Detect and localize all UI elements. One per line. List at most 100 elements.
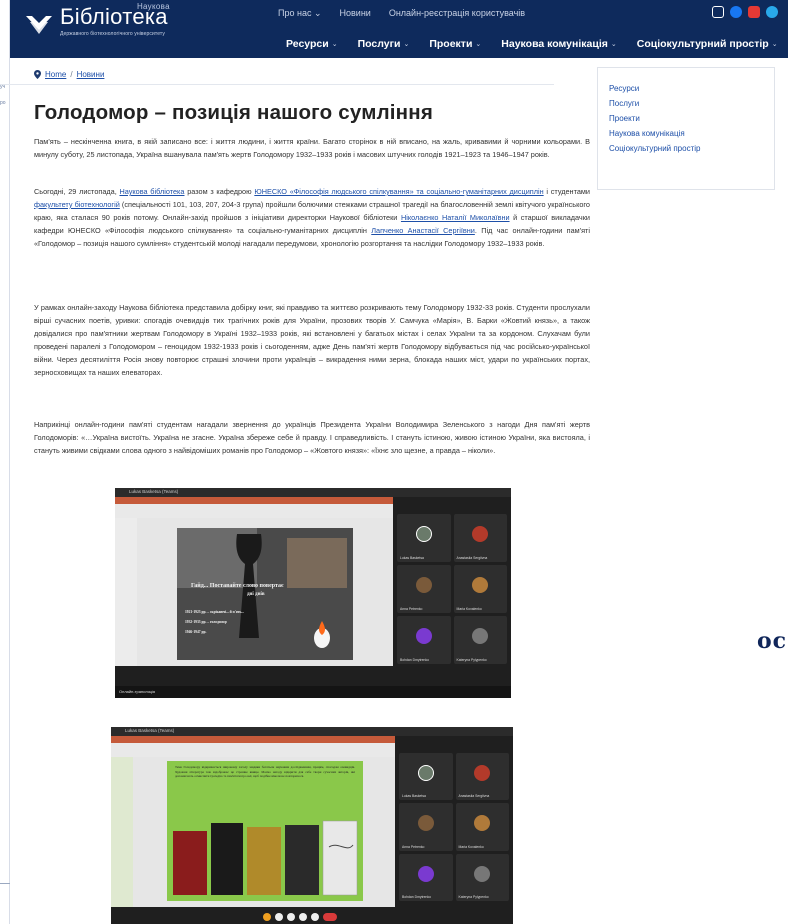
instagram-icon[interactable] <box>712 6 724 18</box>
paragraph-text: Сьогодні, 29 листопада, <box>34 187 120 196</box>
top-nav: Про нас ⌄ Новини Онлайн-реєстрація корис… <box>278 8 525 19</box>
camera-icon[interactable] <box>275 913 283 921</box>
sidebar-item-services[interactable]: Послуги <box>609 99 774 108</box>
share-screen-icon[interactable] <box>287 913 295 921</box>
article-paragraph-3: У рамках онлайн-заходу Наукова бібліотек… <box>34 303 590 377</box>
library-link[interactable]: Наукова бібліотека <box>119 187 184 196</box>
nav-sociocultural-space[interactable]: Соціокультурний простір ⌄ <box>637 38 778 50</box>
window-title: Lukas Basketsa (Teams) <box>129 489 179 494</box>
participant-tile[interactable]: Anastasiia Sergiivna <box>455 753 509 801</box>
unesco-department-link[interactable]: ЮНЕСКО «Філософія людського спілкування»… <box>254 187 543 196</box>
nav-projects[interactable]: Проекти ⌄ <box>429 38 481 50</box>
nav-projects-label: Проекти <box>429 38 473 50</box>
chevron-down-icon: ⌄ <box>403 41 410 48</box>
youtube-icon[interactable] <box>748 6 760 18</box>
paragraph-text: разом з кафедрою <box>184 187 255 196</box>
slide-line-1: 1921-1923 рр. – скрікаючі... й п'ять... <box>185 610 245 614</box>
participant-tile[interactable]: Kateryna Pylypenko <box>453 616 507 664</box>
participant-name: Bohdan Dmytrenko <box>402 895 432 899</box>
chevron-down-icon: ⌄ <box>475 41 482 48</box>
participant-name: Anastasiia Sergiivna <box>456 556 488 560</box>
nav-resources-label: Ресурси <box>286 38 329 50</box>
director-link[interactable]: Ніколаєнко Наталії Миколаївни <box>401 213 510 222</box>
breadcrumb: Home / Новини <box>34 70 589 79</box>
participant-name: Anna Petrenko <box>402 844 425 849</box>
participant-tile[interactable]: Anna Petrenko <box>397 565 451 613</box>
participant-name: Kateryna Pylypenko <box>456 658 487 662</box>
location-pin-icon <box>34 70 41 79</box>
window-titlebar: Lukas Basketsa (Teams) <box>111 727 513 736</box>
avatar <box>474 764 491 781</box>
nav-scientific-communication[interactable]: Наукова комунікація ⌄ <box>501 38 616 50</box>
sidebar-menu: Ресурси Послуги Проекти Наукова комуніка… <box>597 67 775 190</box>
raise-hand-icon[interactable] <box>311 913 319 921</box>
slide-title: Гайд... Поставайте слово повертає <box>191 583 284 589</box>
site-logo[interactable]: Бібліотека Наукова Державного біотехноло… <box>24 2 170 38</box>
sidebar-item-scientific-communication[interactable]: Наукова комунікація <box>609 129 774 138</box>
sidebar-item-sociocultural-space[interactable]: Соціокультурний простір <box>609 144 774 153</box>
sidebar-item-resources[interactable]: Ресурси <box>609 84 774 93</box>
participant-name: Maria Kovalenko <box>458 844 484 849</box>
participant-tile[interactable]: Lukas Basketsa <box>399 753 453 801</box>
paragraph-text: і студентами <box>543 187 590 196</box>
slide-stage: Гайд... Поставайте слово повертає дні дн… <box>137 518 393 666</box>
participant-name: Anna Petrenko <box>400 607 423 611</box>
participant-name: Kateryna Pylypenko <box>458 895 489 899</box>
top-nav-registration[interactable]: Онлайн-реєстрація користувачів <box>389 8 525 19</box>
top-nav-news[interactable]: Новини <box>340 8 371 19</box>
breadcrumb-home-link[interactable]: Home <box>45 70 66 79</box>
top-nav-about[interactable]: Про нас ⌄ <box>278 8 322 19</box>
avatar <box>472 526 489 543</box>
avatar <box>415 577 432 594</box>
article-paragraph-4: Наприкінці онлайн-години пам'яті студент… <box>34 420 590 455</box>
nav-sociocultural-space-label: Соціокультурний простір <box>636 38 769 50</box>
nav-services[interactable]: Послуги ⌄ <box>358 38 410 50</box>
divider <box>0 84 554 85</box>
chevron-down-icon: ⌄ <box>610 41 617 48</box>
site-header: Бібліотека Наукова Державного біотехноло… <box>10 0 788 58</box>
slide-line-2: 1932-1933 рр. – голодомор <box>185 620 227 624</box>
participant-tile[interactable]: Anastasiia Sergiivna <box>453 514 507 562</box>
microphone-icon[interactable] <box>263 913 271 921</box>
background-hint-2: ро <box>0 100 6 106</box>
participant-tile[interactable]: Maria Kovalenko <box>455 803 509 851</box>
avatar <box>474 865 491 882</box>
slide-stage: Тема Голодомору відкривається широкому з… <box>133 757 395 907</box>
avatar <box>474 815 491 832</box>
participant-name: Lukas Basketsa <box>402 794 426 799</box>
participant-tile[interactable]: Maria Kovalenko <box>453 565 507 613</box>
slide-line-3: 1946-1947 рр. <box>185 630 207 634</box>
breadcrumb-news-link[interactable]: Новини <box>77 70 105 79</box>
end-call-icon[interactable] <box>323 913 337 921</box>
taskbar-label: Онлайн-трансляція <box>119 689 155 694</box>
participant-tile[interactable]: Anna Petrenko <box>399 803 453 851</box>
ribbon-toolbar <box>111 743 395 757</box>
sidebar-item-projects[interactable]: Проекти <box>609 114 774 123</box>
participant-tile[interactable]: Bohdan Dmytrenko <box>397 616 451 664</box>
nav-scientific-communication-label: Наукова комунікація <box>501 38 608 50</box>
logo-subtitle: Державного біотехнологічного університет… <box>60 31 165 37</box>
window-title: Lukas Basketsa (Teams) <box>125 728 175 733</box>
participant-tile[interactable]: Bohdan Dmytrenko <box>399 853 453 901</box>
chevron-down-icon: ⌄ <box>331 41 338 48</box>
faculty-biotechnology-link[interactable]: факультету біотехнологій <box>34 200 120 209</box>
participant-name: Maria Kovalenko <box>456 607 482 611</box>
participant-name: Lukas Basketsa <box>400 556 424 560</box>
avatar <box>415 526 432 543</box>
chat-icon[interactable] <box>299 913 307 921</box>
participant-name: Bohdan Dmytrenko <box>400 658 430 662</box>
participant-tile[interactable]: Lukas Basketsa <box>397 514 451 562</box>
lecturer-link[interactable]: Лапченко Анастасії Сергіївни <box>371 226 475 235</box>
nav-resources[interactable]: Ресурси ⌄ <box>286 38 338 50</box>
telegram-icon[interactable] <box>766 6 778 18</box>
logo-mark-icon <box>26 16 52 34</box>
avatar <box>472 577 489 594</box>
partial-overlay-text: ос <box>757 628 788 654</box>
logo-overline: Наукова <box>136 2 170 11</box>
facebook-icon[interactable] <box>730 6 742 18</box>
slide-thumbnails <box>111 757 133 907</box>
event-screenshot-1: Lukas Basketsa (Teams) Гайд... Поставайт… <box>115 488 511 698</box>
book-covers-image <box>173 820 358 896</box>
main-nav: Ресурси ⌄ Послуги ⌄ Проекти ⌄ Наукова комун… <box>286 38 778 50</box>
participant-tile[interactable]: Kateryna Pylypenko <box>455 853 509 901</box>
